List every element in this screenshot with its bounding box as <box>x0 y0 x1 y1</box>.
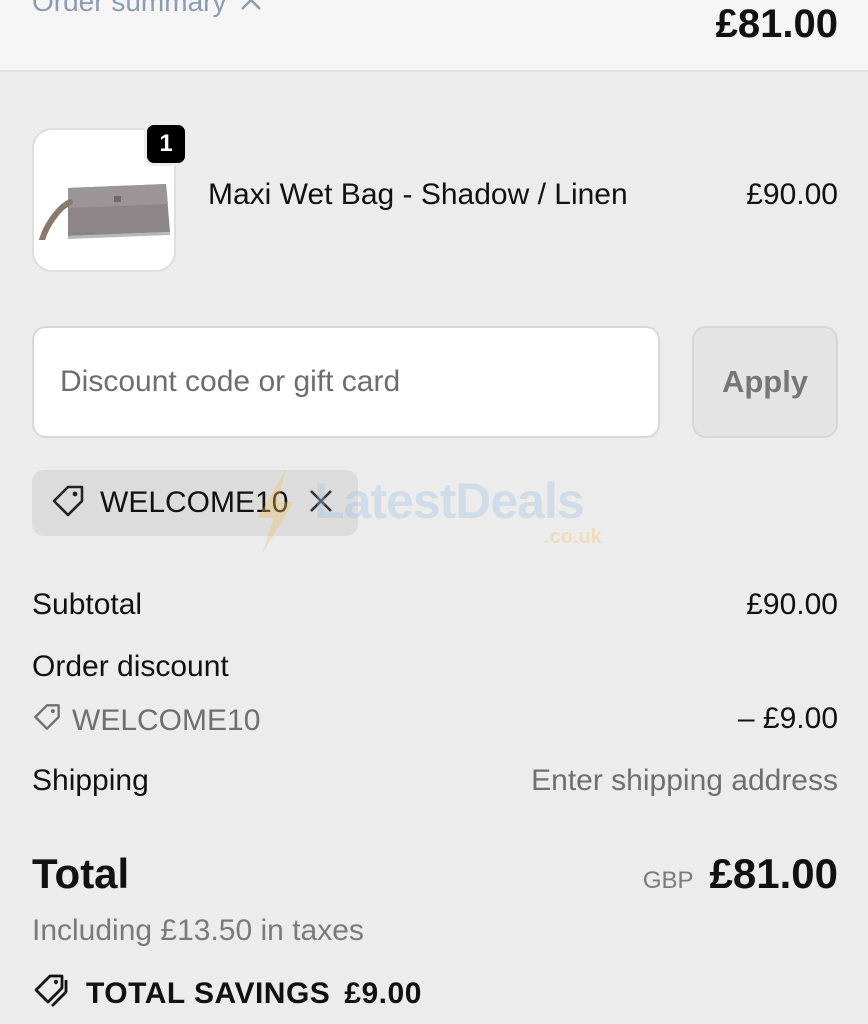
total-amount-group: GBP £81.00 <box>643 850 838 898</box>
total-row: Total GBP £81.00 <box>32 850 838 906</box>
order-discount-row: Order discount <box>32 650 838 690</box>
order-summary-label: Order summary <box>32 0 227 17</box>
product-name: Maxi Wet Bag - Shadow / Linen <box>208 178 628 211</box>
shipping-label: Shipping <box>32 764 149 797</box>
line-item: 1 Maxi Wet Bag - Shadow / Linen £90.00 <box>32 122 838 272</box>
discount-value: – £9.00 <box>737 702 838 735</box>
tax-note: Including £13.50 in taxes <box>32 914 364 947</box>
discount-code-line: WELCOME10 <box>32 702 260 740</box>
watermark-domain: .co.uk <box>544 526 602 548</box>
tag-icon <box>50 483 86 524</box>
clutch-bag-image <box>39 184 170 240</box>
savings-tag-icon <box>32 972 72 1016</box>
currency-code: GBP <box>642 867 694 894</box>
applied-code-label: WELCOME10 <box>100 486 289 519</box>
savings-label: TOTAL SAVINGS <box>86 977 331 1010</box>
header-total: £81.00 <box>715 2 838 46</box>
order-summary-toggle[interactable]: Order summary <box>32 0 262 18</box>
savings-value: £9.00 <box>344 977 422 1010</box>
applied-discount-chip: WELCOME10 <box>32 470 358 536</box>
apply-button[interactable]: Apply <box>692 326 838 438</box>
discount-code-name: WELCOME10 <box>72 704 261 737</box>
total-savings: TOTAL SAVINGS £9.00 <box>32 972 422 1016</box>
subtotal-label: Subtotal <box>32 588 143 621</box>
order-summary-bar[interactable]: Order summary £81.00 <box>0 0 868 72</box>
discount-code-input[interactable] <box>32 326 660 438</box>
product-thumbnail: 1 <box>32 122 188 272</box>
subtotal-row: Subtotal £90.00 <box>32 588 838 628</box>
total-amount: £81.00 <box>709 850 838 897</box>
shipping-row: Shipping Enter shipping address <box>32 764 838 804</box>
total-label: Total <box>32 850 130 897</box>
product-price: £90.00 <box>746 178 838 211</box>
chevron-up-icon <box>240 0 262 18</box>
remove-code-close-icon[interactable] <box>308 486 334 520</box>
tag-icon <box>32 702 62 740</box>
order-discount-label: Order discount <box>32 650 229 683</box>
shipping-value: Enter shipping address <box>531 764 838 797</box>
discount-code-row: WELCOME10 – £9.00 <box>32 702 838 742</box>
quantity-badge: 1 <box>144 122 188 166</box>
subtotal-value: £90.00 <box>746 588 838 621</box>
